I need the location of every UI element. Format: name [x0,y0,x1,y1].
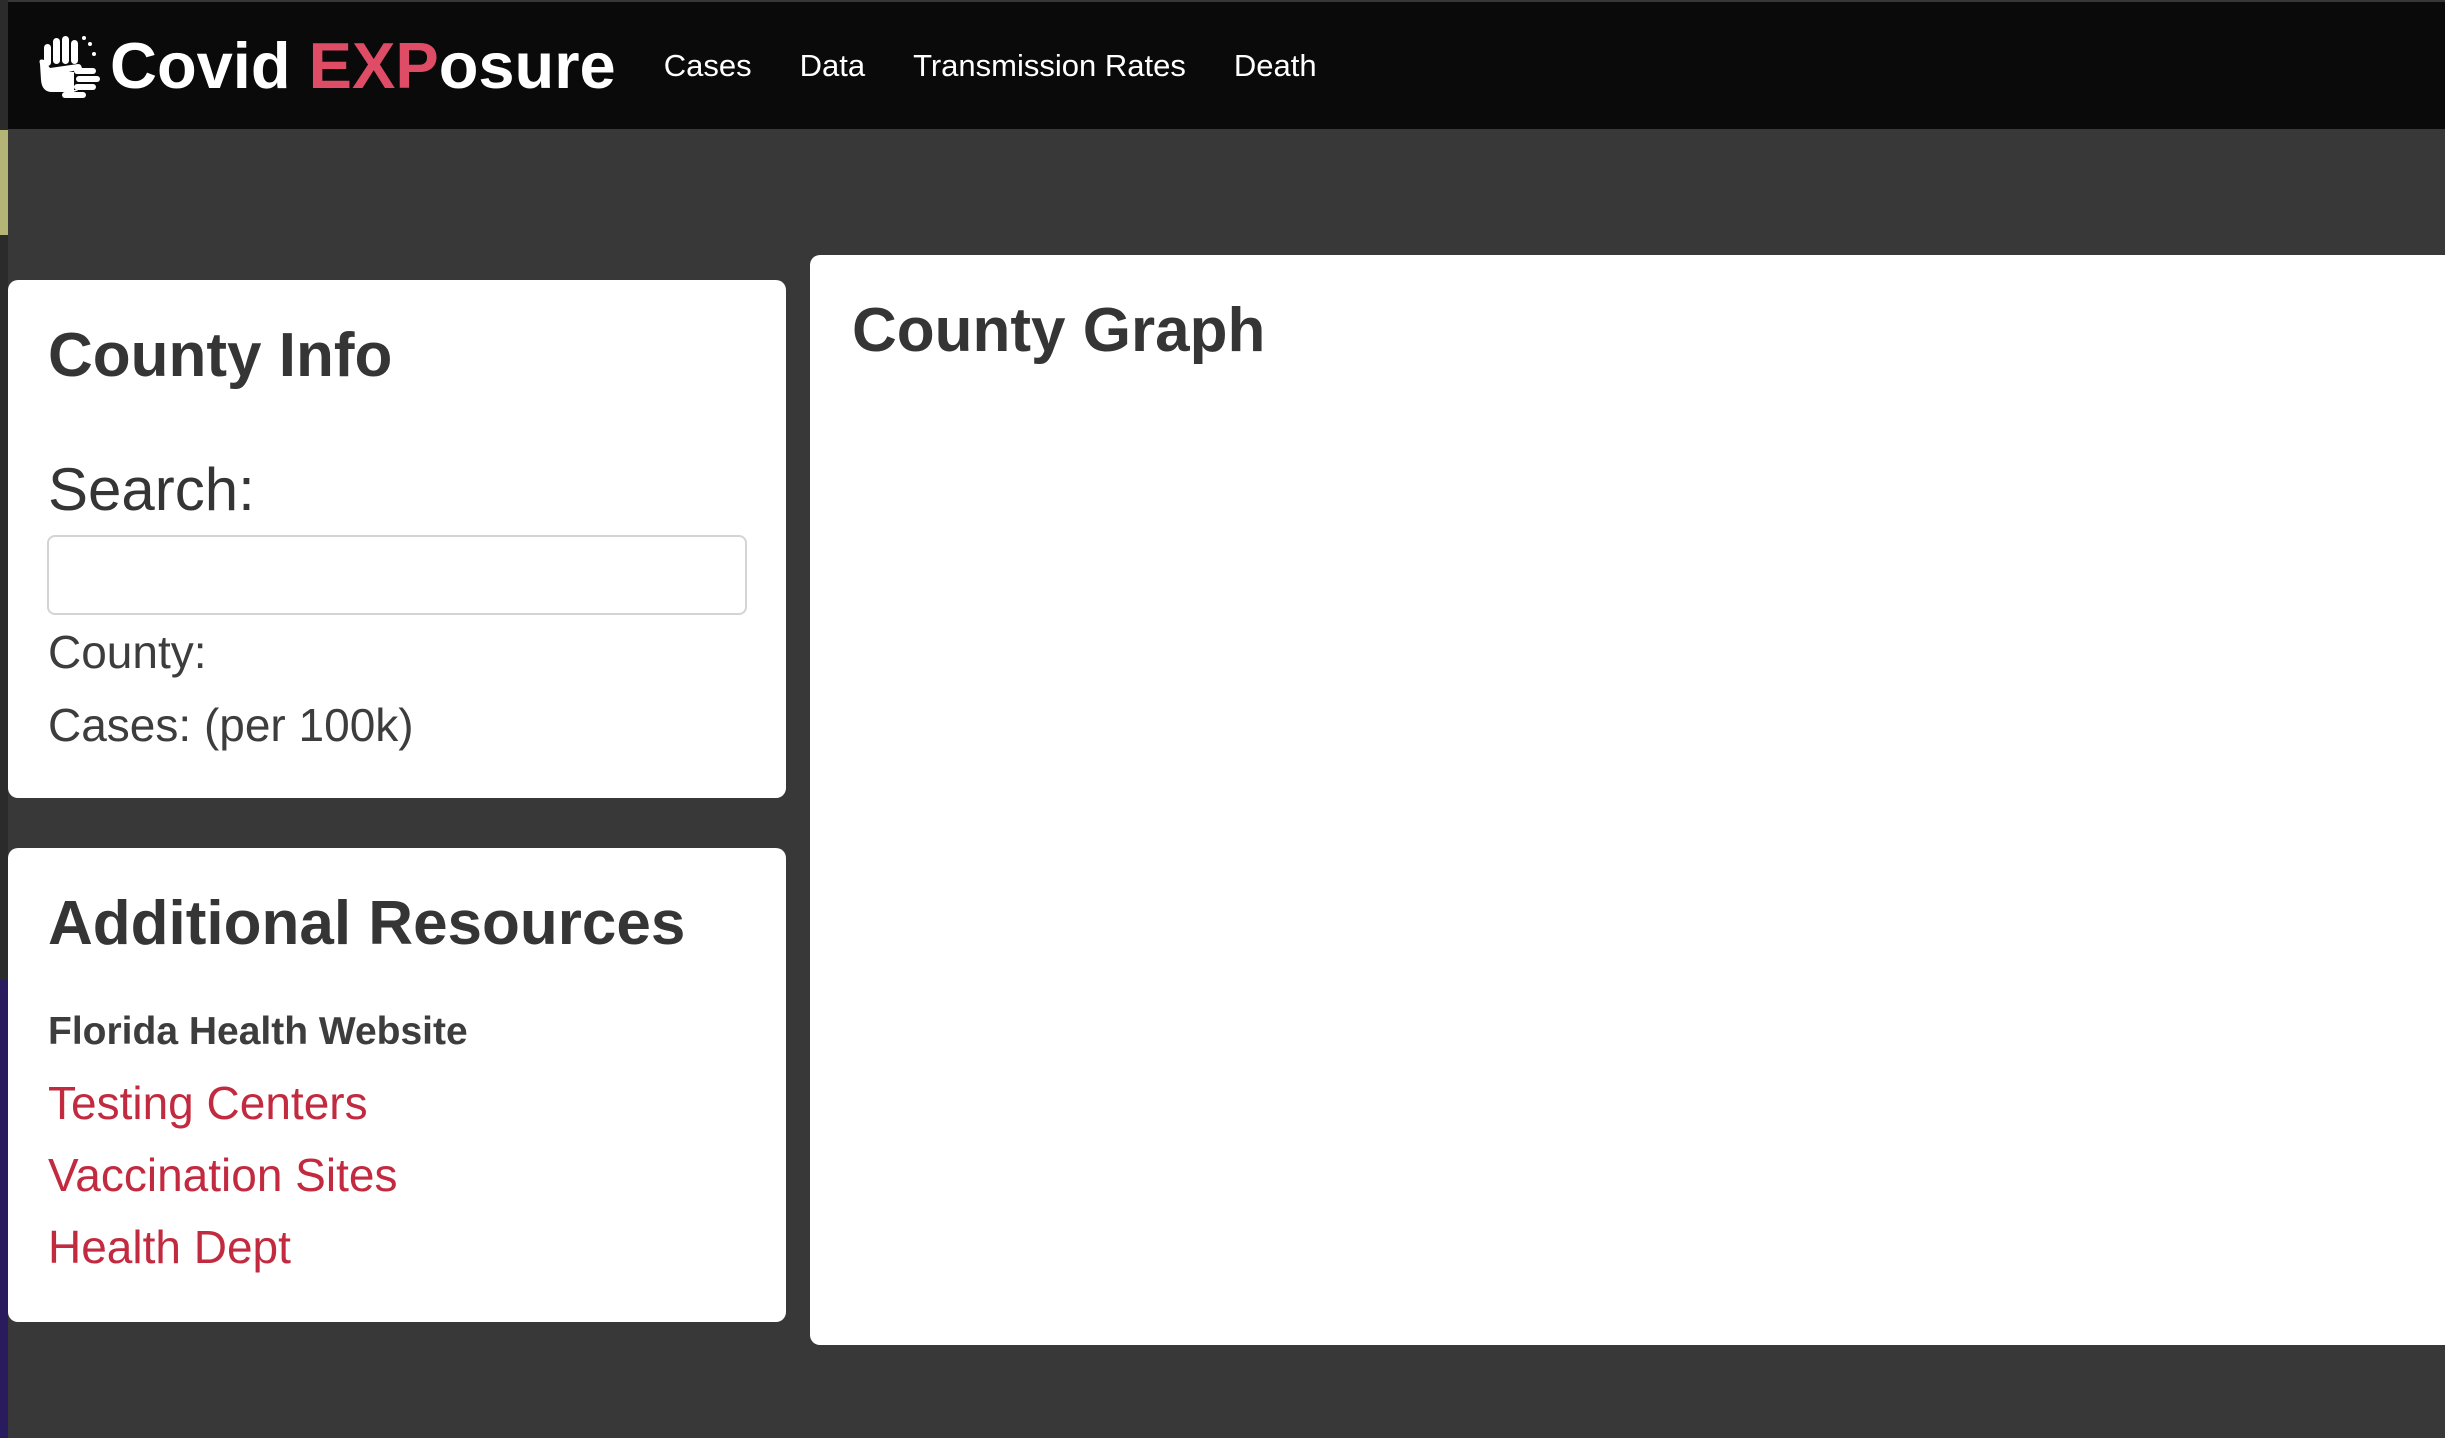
background-window-strip [0,980,8,1438]
county-graph-card: County Graph [810,255,2445,1345]
search-label: Search: [48,456,255,523]
navbar: Covid EXPosure Cases Data Transmission R… [8,2,2445,129]
health-dept-link[interactable]: Health Dept [48,1220,291,1274]
search-input[interactable] [47,535,747,615]
testing-centers-link[interactable]: Testing Centers [48,1076,368,1130]
florida-health-heading: Florida Health Website [48,1010,468,1053]
county-graph-area [852,395,2405,1305]
hands-icon [39,35,100,98]
county-info-title: County Info [48,321,393,390]
county-label: County: [48,626,207,678]
background-window-edge [0,0,8,1438]
nav-link-death[interactable]: Death [1234,48,1317,84]
vaccination-sites-link[interactable]: Vaccination Sites [48,1148,397,1202]
brand-name-accent: EXP [308,29,439,102]
cases-label: Cases: (per 100k) [48,699,414,751]
county-graph-title: County Graph [852,296,1266,365]
nav-link-transmission-rates[interactable]: Transmission Rates [913,48,1186,84]
brand-name: Covid EXPosure [110,28,616,103]
nav-link-data[interactable]: Data [800,48,865,84]
brand-name-prefix: Covid [110,29,309,102]
brand-name-suffix: osure [438,29,616,102]
background-window-strip [0,130,8,235]
county-info-card: County Info Search: County: Cases: (per … [8,280,786,798]
additional-resources-title: Additional Resources [48,889,686,958]
brand-logo-link[interactable]: Covid EXPosure [34,28,616,103]
nav-links: Cases Data Transmission Rates Death [664,48,1365,84]
additional-resources-card: Additional Resources Florida Health Webs… [8,848,786,1322]
nav-link-cases[interactable]: Cases [664,48,752,84]
